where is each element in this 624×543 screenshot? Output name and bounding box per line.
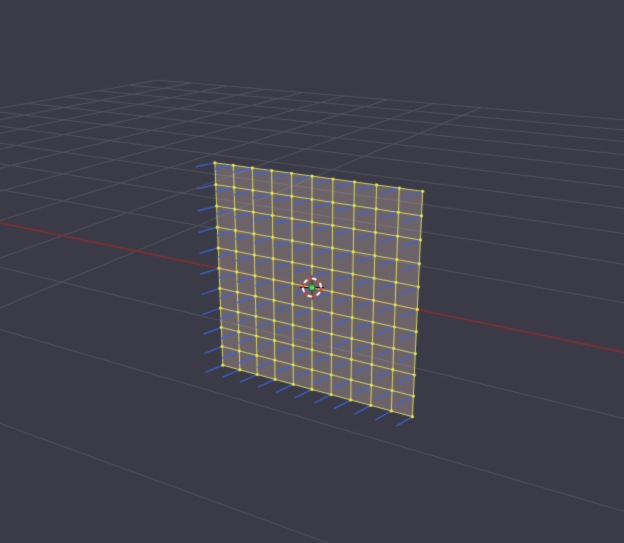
3d-viewport[interactable] bbox=[0, 0, 624, 543]
